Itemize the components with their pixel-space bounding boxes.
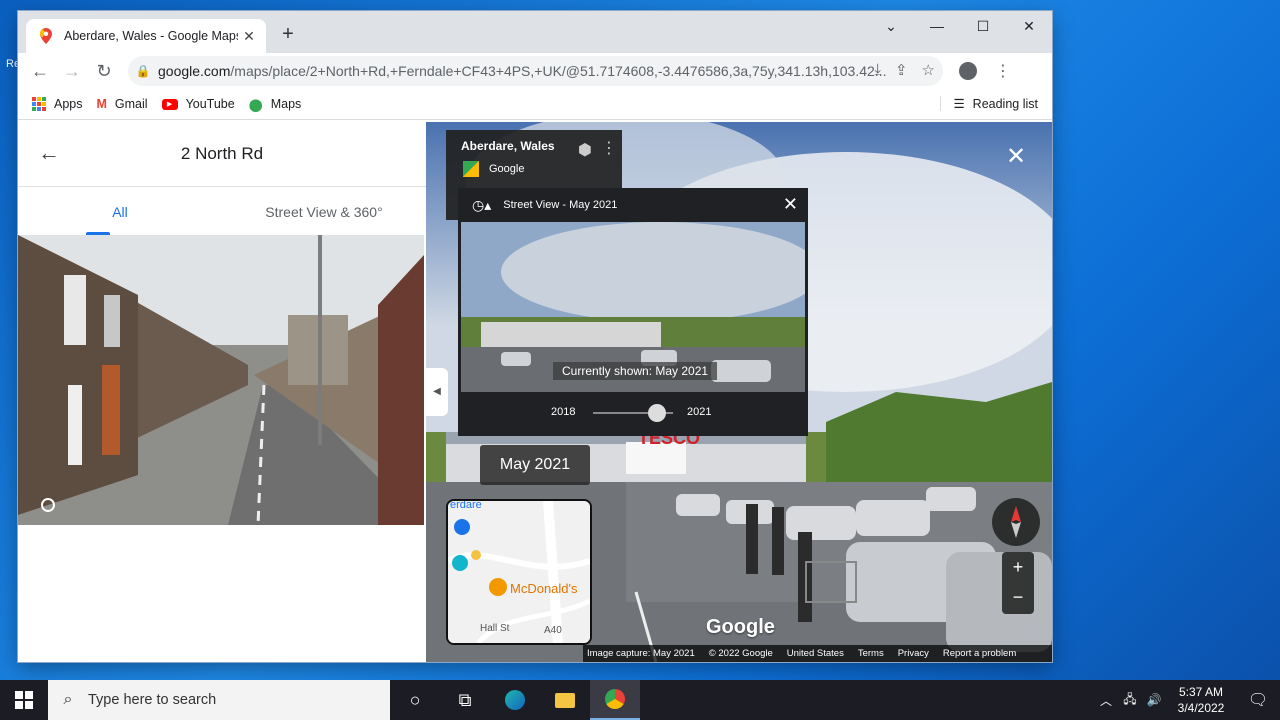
clock-time: 5:37 AM <box>1178 685 1224 699</box>
apps-grid-icon <box>32 97 46 111</box>
profile-avatar-icon[interactable] <box>959 62 977 80</box>
network-icon[interactable]: 🖧 <box>1118 690 1142 711</box>
cortana-icon[interactable]: ○ <box>390 680 440 720</box>
slider-knob[interactable] <box>648 404 666 422</box>
system-tray: ︿ 🖧 🔊 5:37 AM 3/4/2022 🗨 <box>1094 680 1280 720</box>
slider-end-year: 2021 <box>687 406 712 418</box>
forward-button[interactable]: → <box>56 61 88 82</box>
zoom-controls: + − <box>1002 552 1034 614</box>
bookmark-maps[interactable]: ⬤ Maps <box>249 97 302 112</box>
minimap-label-a40: A40 <box>544 625 562 636</box>
reading-list-button[interactable]: ☰ Reading list <box>940 96 1038 111</box>
google-watermark: Google <box>706 616 775 638</box>
currently-shown-label: Currently shown: May 2021 <box>553 362 718 380</box>
side-panel-header: ← 2 North Rd <box>18 122 426 187</box>
gmail-icon: M <box>96 97 107 111</box>
tab-close-icon[interactable]: ✕ <box>238 28 260 45</box>
reload-button[interactable]: ↻ <box>88 61 120 82</box>
file-explorer-icon[interactable] <box>540 680 590 720</box>
footer-terms[interactable]: Terms <box>858 648 884 659</box>
minimize-button[interactable]: — <box>914 11 960 41</box>
mini-map[interactable]: erdare McDonald's Hall St A40 <box>446 499 592 645</box>
window-controls: ⌄ — ☐ ✕ <box>868 11 1052 41</box>
minimap-label-erdare: erdare <box>450 499 482 511</box>
footer-copyright: © 2022 Google <box>708 648 773 659</box>
footer-bar: Image capture: May 2021 © 2022 Google Un… <box>583 645 1052 662</box>
close-time-travel-icon[interactable]: ✕ <box>783 194 798 215</box>
history-clock-icon[interactable]: ◷▴ <box>472 197 491 214</box>
show-hidden-icons-icon[interactable]: ︿ <box>1094 692 1118 709</box>
zoom-out-button[interactable]: − <box>1002 582 1034 612</box>
time-travel-header: ◷▴ Street View - May 2021 ✕ <box>458 188 808 222</box>
start-button[interactable] <box>0 680 48 720</box>
notifications-icon[interactable]: 🗨 <box>1236 690 1280 710</box>
url-text: google.com/maps/place/2+North+Rd,+Fernda… <box>158 63 887 79</box>
install-icon[interactable]: ⤓ <box>874 61 881 79</box>
slider-start-year: 2018 <box>551 406 576 418</box>
maps-content: ← 2 North Rd All Street View & 360° TESC… <box>18 122 1052 662</box>
menu-kebab-icon[interactable]: ⋮ <box>995 61 1011 81</box>
minimap-label-hall-st: Hall St <box>480 623 510 634</box>
taskbar: ⌕ Type here to search ○ ⧉ ︿ 🖧 🔊 5:37 AM … <box>0 680 1280 720</box>
taskbar-search[interactable]: ⌕ Type here to search <box>48 680 390 720</box>
footer-privacy[interactable]: Privacy <box>898 648 929 659</box>
footer-capture: Image capture: May 2021 <box>587 648 695 659</box>
close-street-view-icon[interactable]: ✕ <box>1006 142 1026 171</box>
tab-strip: Aberdare, Wales - Google Maps ✕ + ⌄ — ☐ … <box>18 11 1052 53</box>
reading-list-icon: ☰ <box>953 97 965 111</box>
footer-report[interactable]: Report a problem <box>943 648 1016 659</box>
time-travel-title: Street View - May 2021 <box>503 199 618 211</box>
collapse-panel-button[interactable]: ◀ <box>426 368 448 416</box>
close-window-button[interactable]: ✕ <box>1006 11 1052 41</box>
bookmarks-bar: Apps M Gmail ▶ YouTube ⬤ Maps ☰ Reading … <box>18 89 1052 120</box>
task-view-icon[interactable]: ⧉ <box>440 680 490 720</box>
volume-icon[interactable]: 🔊 <box>1142 693 1166 707</box>
google-pin-icon <box>463 161 479 177</box>
maximize-button[interactable]: ☐ <box>960 11 1006 41</box>
side-panel: ← 2 North Rd All Street View & 360° <box>18 122 426 662</box>
provider-label: Google <box>489 163 525 175</box>
tab-street-view-360[interactable]: Street View & 360° <box>222 187 426 235</box>
year-slider[interactable]: 2018 2021 <box>458 398 808 428</box>
tab-google-maps[interactable]: Aberdare, Wales - Google Maps ✕ <box>26 19 266 53</box>
location-pin-icon[interactable]: ⬢ <box>578 140 592 160</box>
time-travel-preview: Currently shown: May 2021 <box>461 222 805 392</box>
tab-search-icon[interactable]: ⌄ <box>868 11 914 41</box>
bookmark-apps[interactable]: Apps <box>32 97 83 111</box>
clock-date: 3/4/2022 <box>1177 701 1225 715</box>
edge-icon[interactable] <box>490 680 540 720</box>
bookmark-star-icon[interactable]: ☆ <box>922 61 935 79</box>
chrome-icon[interactable] <box>590 680 640 720</box>
place-title: 2 North Rd <box>180 144 264 163</box>
time-travel-panel: ◷▴ Street View - May 2021 ✕ Currently sh… <box>458 188 808 436</box>
photo-tabs: All Street View & 360° <box>18 187 426 235</box>
street-view-panorama[interactable]: TESCO Aberdare, Wales Google ⬢ ⋮ ◷▴ Stre… <box>426 122 1052 662</box>
new-tab-button[interactable]: + <box>276 23 300 46</box>
footer-region[interactable]: United States <box>787 648 844 659</box>
bookmark-gmail[interactable]: M Gmail <box>97 97 148 111</box>
toolbar: ← → ↻ 🔒 google.com/maps/place/2+North+Rd… <box>18 53 1052 89</box>
youtube-icon: ▶ <box>161 98 178 110</box>
more-options-icon[interactable]: ⋮ <box>601 138 617 158</box>
street-photo[interactable] <box>18 235 424 525</box>
capture-date-badge: May 2021 <box>480 445 590 485</box>
search-placeholder: Type here to search <box>88 692 217 708</box>
clock[interactable]: 5:37 AM 3/4/2022 <box>1166 684 1236 716</box>
share-icon[interactable]: ⇪ <box>895 61 908 79</box>
zoom-in-button[interactable]: + <box>1002 552 1034 582</box>
address-bar[interactable]: 🔒 google.com/maps/place/2+North+Rd,+Fern… <box>128 56 943 86</box>
tab-all[interactable]: All <box>18 187 222 235</box>
tab-title: Aberdare, Wales - Google Maps <box>64 29 238 43</box>
back-button[interactable]: ← <box>24 61 56 82</box>
maps-pin-icon <box>38 28 54 44</box>
compass-icon[interactable] <box>992 498 1040 546</box>
browser-window: Aberdare, Wales - Google Maps ✕ + ⌄ — ☐ … <box>18 11 1052 662</box>
place-name: Aberdare, Wales <box>461 139 555 153</box>
bookmark-youtube[interactable]: ▶ YouTube <box>161 97 235 111</box>
search-icon: ⌕ <box>63 691 73 708</box>
maps-pin-icon: ⬤ <box>248 97 263 112</box>
lock-icon: 🔒 <box>135 64 151 78</box>
minimap-label-mcdonalds: McDonald's <box>510 581 578 596</box>
